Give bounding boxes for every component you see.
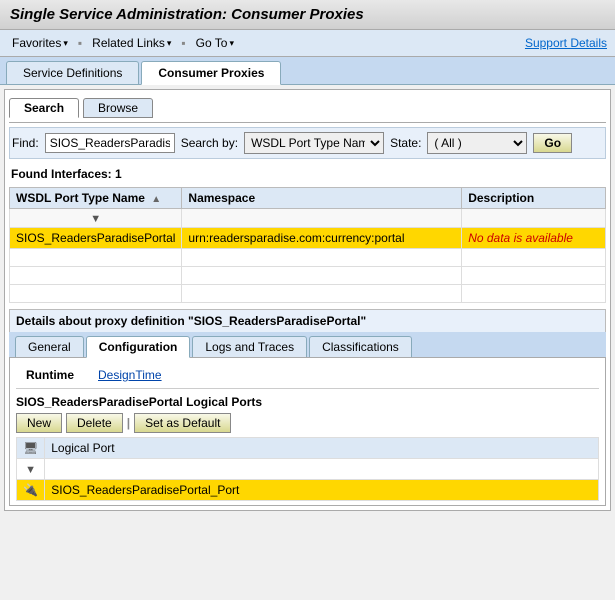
favorites-label: Favorites <box>12 36 61 50</box>
runtime-tab-designtime[interactable]: DesignTime <box>88 366 172 384</box>
goto-arrow: ▾ <box>229 38 234 49</box>
goto-menu[interactable]: Go To ▾ <box>192 34 238 52</box>
go-button[interactable]: Go <box>533 133 572 153</box>
state-label: State: <box>390 136 421 150</box>
ports-column-header: Logical Port <box>45 438 599 459</box>
tree-expand-icon: 🖥 <box>23 441 38 455</box>
details-header: Details about proxy definition "SIOS_Rea… <box>9 309 606 332</box>
find-label: Find: <box>12 136 39 150</box>
separator-2: ▪ <box>181 36 185 50</box>
separator-1: ▪ <box>78 36 82 50</box>
delete-button[interactable]: Delete <box>66 413 123 433</box>
favorites-menu[interactable]: Favorites ▾ <box>8 34 72 52</box>
cell-name: SIOS_ReadersParadisePortal <box>10 228 182 249</box>
ports-filter-row: ▼ <box>17 459 599 480</box>
tab-service-definitions[interactable]: Service Definitions <box>6 61 139 84</box>
port-row[interactable]: 🔌 SIOS_ReadersParadisePortal_Port <box>17 480 599 501</box>
state-select[interactable]: ( All ) <box>427 132 527 154</box>
filter-icon[interactable]: ▼ <box>90 213 101 225</box>
related-links-menu[interactable]: Related Links ▾ <box>88 34 175 52</box>
detail-tab-general[interactable]: General <box>15 336 84 357</box>
related-links-label: Related Links <box>92 36 165 50</box>
sort-icon-name[interactable]: ▲ <box>151 194 161 205</box>
search-by-label: Search by: <box>181 136 238 150</box>
tab-consumer-proxies[interactable]: Consumer Proxies <box>141 61 281 85</box>
found-label: Found Interfaces: 1 <box>9 163 606 185</box>
main-content: Search Browse Find: Search by: WSDL Port… <box>4 89 611 511</box>
subtab-search[interactable]: Search <box>9 98 79 118</box>
toolbar: Favorites ▾ ▪ Related Links ▾ ▪ Go To ▾ … <box>0 30 615 57</box>
col-header-description: Description <box>462 188 606 209</box>
subtab-browse[interactable]: Browse <box>83 98 153 118</box>
related-links-arrow: ▾ <box>167 38 172 49</box>
ports-header-row: 🖥 Logical Port <box>17 438 599 459</box>
port-icon: 🔌 <box>23 483 38 497</box>
set-default-button[interactable]: Set as Default <box>134 413 231 433</box>
find-input[interactable] <box>45 133 175 153</box>
goto-label: Go To <box>196 36 228 50</box>
logical-ports-title: SIOS_ReadersParadisePortal Logical Ports <box>16 393 599 413</box>
detail-tab-classifications[interactable]: Classifications <box>309 336 412 357</box>
detail-content: Runtime DesignTime SIOS_ReadersParadiseP… <box>9 358 606 506</box>
detail-tabs: General Configuration Logs and Traces Cl… <box>9 332 606 358</box>
runtime-tabs: Runtime DesignTime <box>16 362 599 389</box>
main-tabs: Service Definitions Consumer Proxies <box>0 57 615 85</box>
ports-table: 🖥 Logical Port ▼ 🔌 SIOS_ReadersParadiseP… <box>16 437 599 501</box>
cell-namespace: urn:readersparadise.com:currency:portal <box>182 228 462 249</box>
cell-description: No data is available <box>462 228 606 249</box>
col-header-namespace: Namespace <box>182 188 462 209</box>
page-title: Single Service Administration: Consumer … <box>0 0 615 30</box>
filter-row: ▼ <box>10 209 606 228</box>
table-row <box>10 249 606 267</box>
results-table: WSDL Port Type Name ▲ Namespace Descript… <box>9 187 606 303</box>
runtime-tab-runtime[interactable]: Runtime <box>16 366 84 384</box>
favorites-arrow: ▾ <box>63 38 68 49</box>
table-row[interactable]: SIOS_ReadersParadisePortal urn:readerspa… <box>10 228 606 249</box>
table-row <box>10 285 606 303</box>
new-button[interactable]: New <box>16 413 62 433</box>
detail-tab-logs[interactable]: Logs and Traces <box>192 336 307 357</box>
sub-tabs: Search Browse <box>9 94 606 123</box>
col-header-name: WSDL Port Type Name ▲ <box>10 188 182 209</box>
search-by-select[interactable]: WSDL Port Type Nam▾ <box>244 132 384 154</box>
find-row: Find: Search by: WSDL Port Type Nam▾ Sta… <box>9 127 606 159</box>
btn-separator: | <box>127 416 130 430</box>
support-details-link[interactable]: Support Details <box>525 36 607 50</box>
action-buttons: New Delete | Set as Default <box>16 413 599 433</box>
detail-tab-configuration[interactable]: Configuration <box>86 336 191 358</box>
table-row <box>10 267 606 285</box>
ports-filter-icon[interactable]: ▼ <box>25 464 36 476</box>
port-name: SIOS_ReadersParadisePortal_Port <box>45 480 599 501</box>
